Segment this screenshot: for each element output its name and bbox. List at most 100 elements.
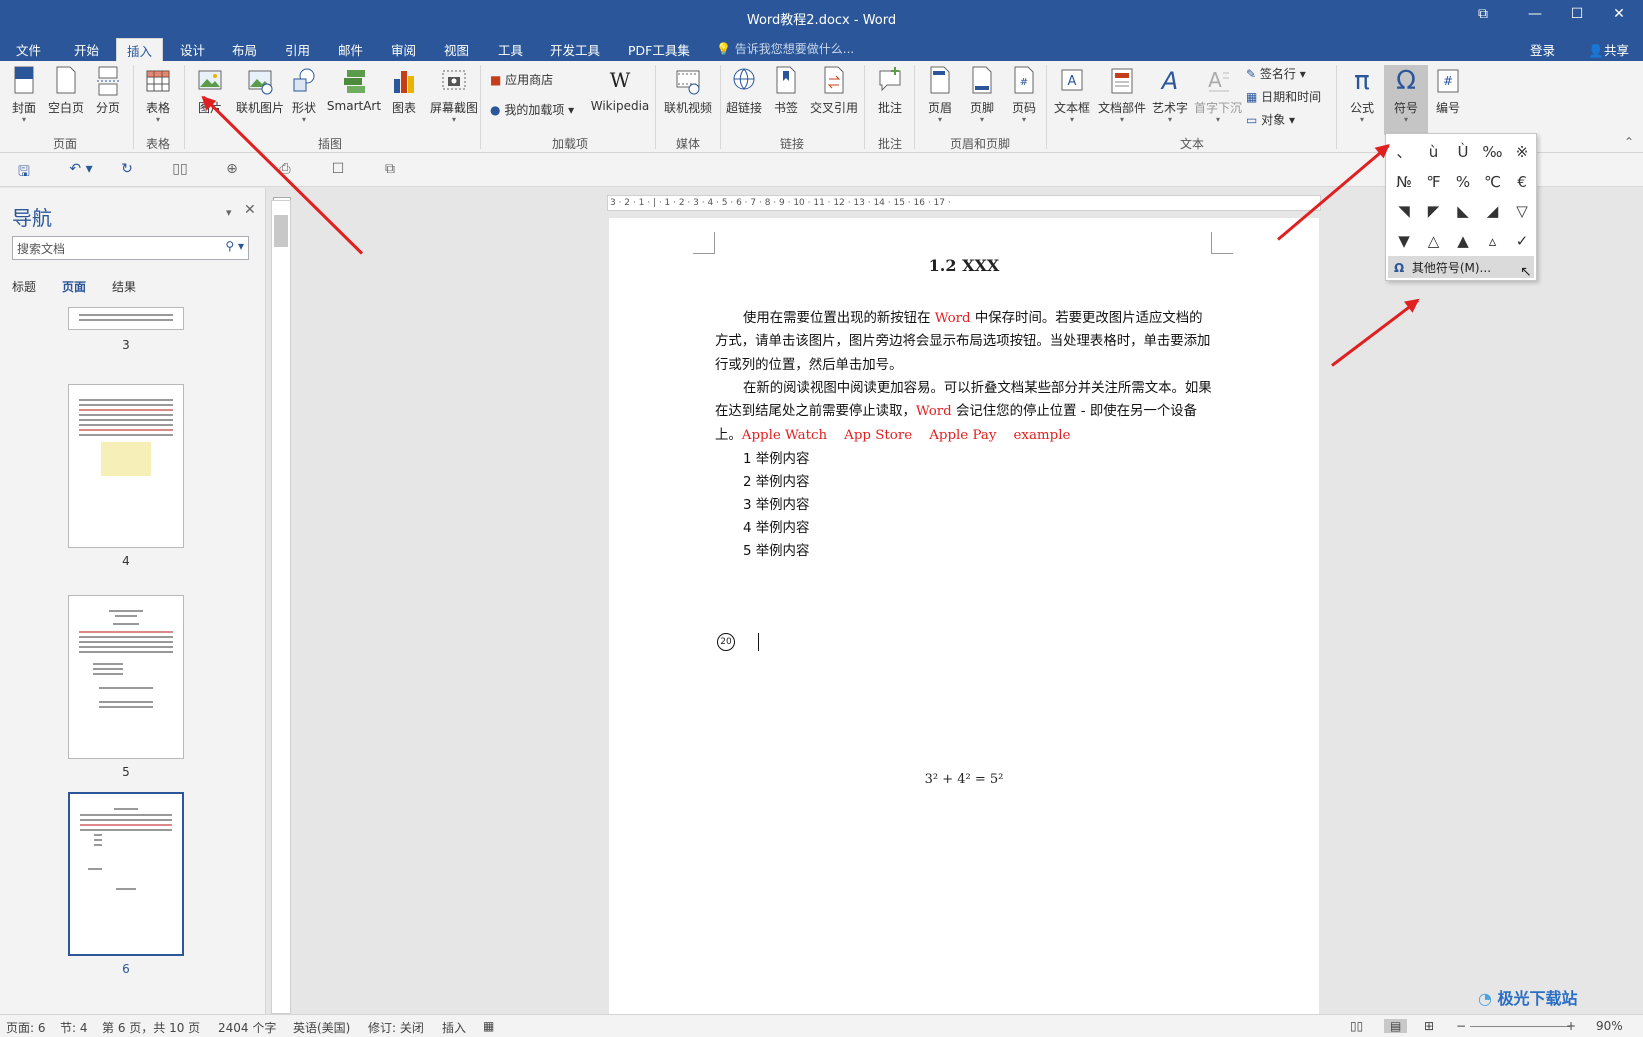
tab-mailings[interactable]: 邮件 <box>328 38 373 61</box>
symbol-cell[interactable]: ◤ <box>1419 197 1449 225</box>
nav-tab-headings[interactable]: 标题 <box>12 278 36 295</box>
screenshot-button[interactable]: 屏幕截图 ▾ <box>426 65 482 124</box>
symbol-cell[interactable]: ◣ <box>1448 197 1478 225</box>
status-language[interactable]: 英语(美国) <box>293 1019 350 1036</box>
symbol-cell[interactable]: ✓ <box>1507 227 1537 255</box>
tab-home[interactable]: 开始 <box>64 38 109 61</box>
symbol-cell[interactable]: ‰ <box>1478 138 1508 166</box>
symbol-cell[interactable]: ℉ <box>1419 168 1449 196</box>
equation-button[interactable]: π 公式 ▾ <box>1340 65 1384 124</box>
page-number-button[interactable]: # 页码 ▾ <box>1002 65 1046 124</box>
page-thumbnail[interactable] <box>68 307 184 330</box>
picture-button[interactable]: 图片 <box>188 65 232 116</box>
status-section[interactable]: 节: 4 <box>60 1019 88 1036</box>
page-break-button[interactable]: 分页 <box>86 65 130 116</box>
symbol-cell[interactable]: % <box>1448 168 1478 196</box>
footer-button[interactable]: 页脚 ▾ <box>960 65 1004 124</box>
list-item[interactable]: 2 举例内容 <box>743 470 809 490</box>
read-mode-icon[interactable]: ▯▯ <box>170 161 190 179</box>
signature-line-button[interactable]: ✎ 签名行 ▾ <box>1246 65 1306 82</box>
online-video-button[interactable]: 联机视频 <box>660 65 716 116</box>
web-layout-icon[interactable]: ⊕ <box>222 161 242 179</box>
comment-button[interactable]: 批注 <box>868 65 912 116</box>
wordart-button[interactable]: A 艺术字 ▾ <box>1148 65 1192 124</box>
quick-parts-button[interactable]: 文档部件 ▾ <box>1094 65 1150 124</box>
symbol-cell[interactable]: ù <box>1419 138 1449 166</box>
search-icon[interactable]: ⚲ ▾ <box>225 239 244 253</box>
symbol-cell[interactable]: ▵ <box>1478 227 1508 255</box>
print-layout-view-icon[interactable]: ▤ <box>1384 1019 1408 1033</box>
symbol-cell[interactable]: ◢ <box>1478 197 1508 225</box>
restore-ribbon-icon[interactable]: ⧉ <box>1468 6 1498 28</box>
cross-reference-button[interactable]: 交叉引用 <box>806 65 862 116</box>
list-item[interactable]: 3 举例内容 <box>743 493 809 513</box>
document-heading[interactable]: 1.2 XXX <box>609 256 1319 275</box>
page-thumbnail[interactable] <box>68 595 184 759</box>
macro-icon[interactable]: ▦ <box>483 1019 494 1033</box>
tab-tools[interactable]: 工具 <box>488 38 533 61</box>
status-page[interactable]: 页面: 6 <box>6 1019 46 1036</box>
tab-file[interactable]: 文件 <box>6 38 51 61</box>
table-button[interactable]: 表格 ▾ <box>136 65 180 124</box>
tab-view[interactable]: 视图 <box>434 38 479 61</box>
read-mode-view-icon[interactable]: ▯▯ <box>1350 1019 1363 1033</box>
save-icon[interactable]: 🖫 <box>14 161 34 180</box>
undo-icon[interactable]: ↶ ▾ <box>64 161 98 179</box>
tab-pdf-tools[interactable]: PDF工具集 <box>618 38 700 61</box>
tab-developer[interactable]: 开发工具 <box>540 38 610 61</box>
header-button[interactable]: 页眉 ▾ <box>918 65 962 124</box>
list-item[interactable]: 4 举例内容 <box>743 516 809 536</box>
symbol-cell[interactable]: ▽ <box>1507 197 1537 225</box>
date-time-button[interactable]: ▦ 日期和时间 <box>1246 88 1321 105</box>
web-layout-view-icon[interactable]: ⊞ <box>1424 1019 1434 1033</box>
vertical-ruler[interactable] <box>271 200 291 1014</box>
zoom-slider[interactable] <box>1470 1026 1570 1027</box>
wikipedia-button[interactable]: W Wikipedia <box>590 65 650 113</box>
tab-references[interactable]: 引用 <box>275 38 320 61</box>
symbol-cell[interactable]: ◥ <box>1389 197 1419 225</box>
customize-icon[interactable]: ⧉ <box>380 161 400 179</box>
symbol-cell[interactable]: Ù <box>1448 138 1478 166</box>
symbol-cell[interactable]: № <box>1389 168 1419 196</box>
nav-tab-results[interactable]: 结果 <box>112 278 136 295</box>
zoom-out-button[interactable]: − <box>1456 1019 1466 1033</box>
close-button[interactable]: ✕ <box>1604 6 1634 28</box>
nav-options-icon[interactable]: ▾ <box>226 206 232 219</box>
share-button[interactable]: 👤共享 <box>1588 40 1629 59</box>
chart-button[interactable]: 图表 <box>382 65 426 116</box>
dropcap-button[interactable]: A 首字下沉 ▾ <box>1192 65 1244 124</box>
page-thumbnail[interactable] <box>68 384 184 548</box>
list-item[interactable]: 1 举例内容 <box>743 447 809 467</box>
my-addins-button[interactable]: ● 我的加载项 ▾ <box>490 101 574 118</box>
object-button[interactable]: ▭ 对象 ▾ <box>1246 111 1295 128</box>
symbol-cell[interactable]: ▲ <box>1448 227 1478 255</box>
more-symbols-item[interactable]: Ω 其他符号(M)... <box>1388 256 1534 278</box>
cover-button[interactable]: 封面 ▾ <box>2 65 46 124</box>
page-thumbnail-current[interactable] <box>68 792 184 956</box>
status-revision[interactable]: 修订: 关闭 <box>368 1019 424 1036</box>
symbol-cell[interactable]: ℃ <box>1478 168 1508 196</box>
circled-number[interactable]: 20 <box>717 633 735 651</box>
status-mode[interactable]: 插入 <box>442 1019 466 1036</box>
nav-tab-pages[interactable]: 页面 <box>62 278 86 295</box>
touch-mode-icon[interactable]: ☐ <box>328 161 348 179</box>
status-words[interactable]: 2404 个字 <box>218 1019 276 1036</box>
symbol-button[interactable]: Ω 符号 ▾ <box>1384 65 1428 135</box>
textbox-button[interactable]: A 文本框 ▾ <box>1050 65 1094 124</box>
paragraph-1[interactable]: 使用在需要位置出现的新按钮在 Word 中保存时间。若要更改图片适应文档的方式，… <box>715 307 1215 377</box>
symbol-cell[interactable]: 、 <box>1389 138 1419 166</box>
symbol-cell[interactable]: ▼ <box>1389 227 1419 255</box>
close-icon[interactable]: ✕ <box>244 202 256 218</box>
status-pages[interactable]: 第 6 页，共 10 页 <box>102 1019 200 1036</box>
smartart-button[interactable]: SmartArt <box>326 65 382 113</box>
blank-page-button[interactable]: 空白页 <box>44 65 88 116</box>
app-store-button[interactable]: ■ 应用商店 <box>490 71 553 88</box>
horizontal-ruler[interactable]: 3 · 2 · 1 · | · 1 · 2 · 3 · 4 · 5 · 6 · … <box>607 195 1321 211</box>
minimize-button[interactable]: — <box>1520 6 1550 28</box>
tell-me-box[interactable]: 💡 告诉我您想要做什么... <box>716 40 854 57</box>
zoom-level[interactable]: 90% <box>1596 1019 1623 1033</box>
document-page[interactable]: 1.2 XXX 使用在需要位置出现的新按钮在 Word 中保存时间。若要更改图片… <box>609 218 1319 1018</box>
tab-insert[interactable]: 插入 <box>116 38 164 61</box>
tab-layout[interactable]: 布局 <box>222 38 267 61</box>
maximize-button[interactable]: ☐ <box>1562 6 1592 28</box>
